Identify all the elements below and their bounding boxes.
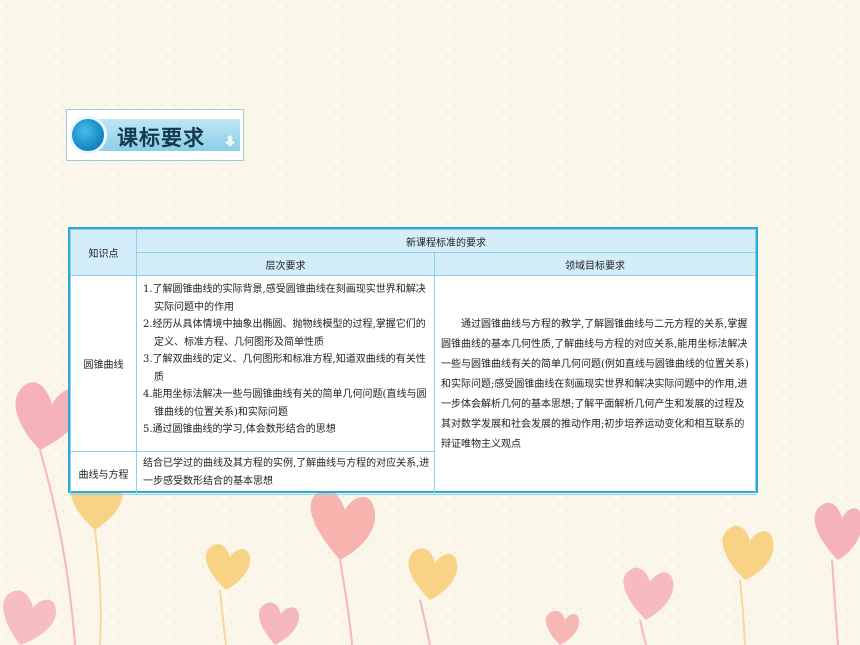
level-item: 4.能用坐标法解决一些与圆锥曲线有关的简单几何问题(直线与圆锥曲线的位置关系)和… [143, 389, 427, 418]
section-header-badge: 课标要求 [66, 109, 244, 161]
topic-curves-and-equations: 曲线与方程 [70, 451, 137, 495]
header-standard-requirements: 新课程标准的要求 [136, 229, 756, 253]
level-item: 5.通过圆锥曲线的学习,体会数形结合的思想 [143, 424, 336, 435]
header-knowledge-point: 知识点 [70, 229, 137, 276]
header-level-requirements: 层次要求 [136, 252, 435, 276]
curves-equations-requirement: 结合已学过的曲线及其方程的实例,了解曲线与方程的对应关系,进一步感受数形结合的基… [136, 451, 435, 495]
level-item: 3.了解双曲线的定义、几何图形和标准方程,知道双曲线的有关性质 [143, 354, 426, 383]
level-item: 1.了解圆锥曲线的实际背景,感受圆锥曲线在刻画现实世界和解决实际问题中的作用 [143, 284, 426, 313]
topic-conic-sections: 圆锥曲线 [70, 275, 137, 452]
level-requirements-list: 1.了解圆锥曲线的实际背景,感受圆锥曲线在刻画现实世界和解决实际问题中的作用 2… [136, 275, 435, 452]
curriculum-table: 知识点 新课程标准的要求 层次要求 领域目标要求 圆锥曲线 1.了解圆锥曲线的实… [68, 227, 758, 495]
header-domain-requirements: 领域目标要求 [434, 252, 756, 276]
level-item: 2.经历从具体情境中抽象出椭圆、抛物线模型的过程,掌握它们的定义、标准方程、几何… [143, 319, 426, 348]
down-arrow-icon [223, 135, 237, 149]
section-title: 课标要求 [117, 126, 205, 150]
domain-requirements-text: 通过圆锥曲线与方程的教学,了解圆锥曲线与二元方程的关系,掌握圆锥曲线的基本几何性… [434, 275, 756, 495]
bullet-circle-icon [69, 116, 107, 154]
